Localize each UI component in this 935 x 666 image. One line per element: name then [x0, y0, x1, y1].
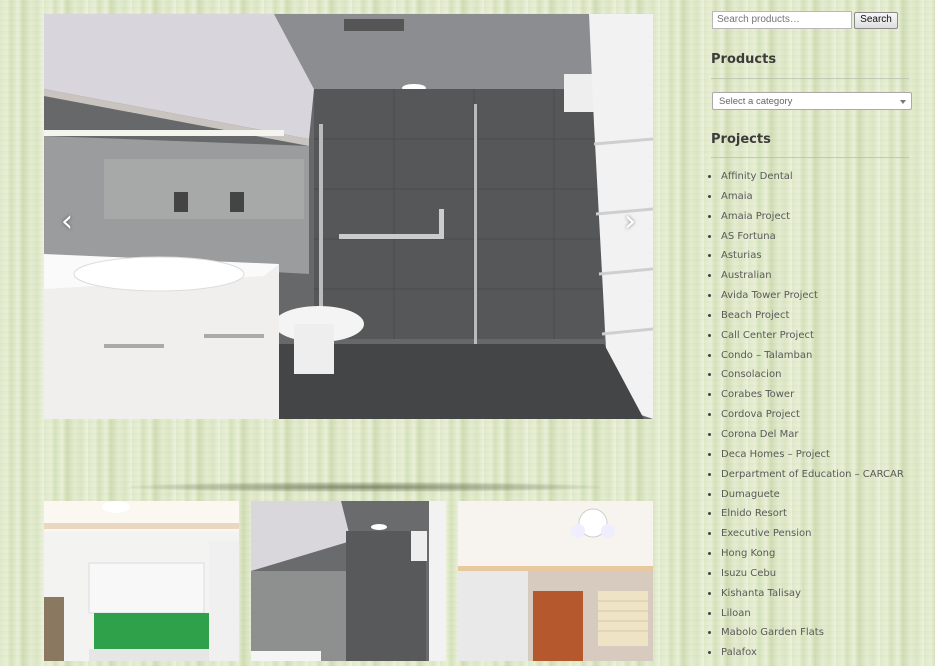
project-link[interactable]: Corona Del Mar	[721, 429, 798, 440]
project-link[interactable]: Amaia	[721, 191, 753, 202]
project-link[interactable]: Call Center Project	[721, 330, 814, 341]
bullet-icon	[708, 333, 711, 337]
project-link[interactable]: Cordova Project	[721, 409, 800, 420]
projects-list: Affinity Dental Amaia Amaia Project AS F…	[707, 170, 904, 666]
list-item: Condo – Talamban	[707, 349, 904, 369]
slider-prev-button[interactable]: ‹	[52, 204, 82, 240]
bullet-icon	[708, 393, 711, 397]
chevron-down-icon	[900, 100, 906, 104]
search-button[interactable]: Search	[854, 12, 898, 29]
project-link[interactable]: Kishanta Talisay	[721, 588, 801, 599]
chevron-right-icon: ›	[624, 204, 636, 239]
list-item: Affinity Dental	[707, 170, 904, 190]
products-widget-title: Products	[711, 52, 777, 67]
list-item: Beach Project	[707, 309, 904, 329]
list-item: Asturias	[707, 249, 904, 269]
list-item: Call Center Project	[707, 329, 904, 349]
thumbnail-kitchen[interactable]	[44, 501, 239, 661]
bullet-icon	[708, 432, 711, 436]
list-item: Deca Homes – Project	[707, 448, 904, 468]
list-item: Australian	[707, 269, 904, 289]
chevron-left-icon: ‹	[61, 204, 73, 239]
project-link[interactable]: Liloan	[721, 608, 751, 619]
bullet-icon	[708, 591, 711, 595]
project-link[interactable]: Dumaguete	[721, 489, 780, 500]
project-link[interactable]: Beach Project	[721, 310, 789, 321]
list-item: Executive Pension	[707, 527, 904, 547]
project-link[interactable]: Deca Homes – Project	[721, 449, 830, 460]
search-input[interactable]	[712, 11, 852, 29]
project-link[interactable]: Palafox	[721, 647, 757, 658]
bathroom-main-photo	[44, 14, 653, 419]
project-link[interactable]: Avida Tower Project	[721, 290, 818, 301]
bullet-icon	[708, 571, 711, 575]
category-select-value: Select a category	[719, 96, 793, 107]
list-item: Consolacion	[707, 368, 904, 388]
products-title-divider	[711, 78, 909, 79]
bullet-icon	[708, 373, 711, 377]
list-item: Dumaguete	[707, 488, 904, 508]
slider-shadow	[130, 482, 600, 492]
bullet-icon	[708, 313, 711, 317]
project-link[interactable]: Executive Pension	[721, 528, 811, 539]
project-link[interactable]: Amaia Project	[721, 211, 790, 222]
bullet-icon	[708, 472, 711, 476]
bullet-icon	[708, 512, 711, 516]
project-link[interactable]: Asturias	[721, 250, 762, 261]
bullet-icon	[708, 353, 711, 357]
thumbnail-bathroom[interactable]	[251, 501, 446, 661]
slider-next-button[interactable]: ›	[615, 204, 645, 240]
bullet-icon	[708, 254, 711, 258]
list-item: AS Fortuna	[707, 230, 904, 250]
list-item: Avida Tower Project	[707, 289, 904, 309]
list-item: Hong Kong	[707, 547, 904, 567]
bullet-icon	[708, 413, 711, 417]
bullet-icon	[708, 631, 711, 635]
bullet-icon	[708, 274, 711, 278]
project-link[interactable]: Consolacion	[721, 369, 781, 380]
list-item: Palafox	[707, 646, 904, 666]
projects-widget-title: Projects	[711, 132, 771, 147]
project-link[interactable]: Hong Kong	[721, 548, 775, 559]
bullet-icon	[708, 234, 711, 238]
bullet-icon	[708, 651, 711, 655]
project-link[interactable]: Elnido Resort	[721, 508, 787, 519]
main-image-slider[interactable]: ‹ ›	[44, 14, 653, 419]
list-item: Corona Del Mar	[707, 428, 904, 448]
list-item: Derpartment of Education – CARCAR	[707, 468, 904, 488]
bullet-icon	[708, 194, 711, 198]
bullet-icon	[708, 492, 711, 496]
bullet-icon	[708, 611, 711, 615]
bullet-icon	[708, 294, 711, 298]
bullet-icon	[708, 175, 711, 178]
list-item: Isuzu Cebu	[707, 567, 904, 587]
thumbnail-living-room[interactable]	[458, 501, 653, 661]
project-link[interactable]: Isuzu Cebu	[721, 568, 776, 579]
project-link[interactable]: Australian	[721, 270, 772, 281]
project-link[interactable]: Condo – Talamban	[721, 350, 812, 361]
list-item: Amaia Project	[707, 210, 904, 230]
bullet-icon	[708, 214, 711, 218]
list-item: Cordova Project	[707, 408, 904, 428]
list-item: Corabes Tower	[707, 388, 904, 408]
list-item: Liloan	[707, 607, 904, 627]
list-item: Elnido Resort	[707, 507, 904, 527]
category-select[interactable]: Select a category	[712, 92, 912, 110]
projects-title-divider	[711, 157, 909, 158]
list-item: Mabolo Garden Flats	[707, 626, 904, 646]
project-link[interactable]: Derpartment of Education – CARCAR	[721, 469, 904, 480]
list-item: Amaia	[707, 190, 904, 210]
bullet-icon	[708, 552, 711, 556]
project-link[interactable]: Affinity Dental	[721, 171, 793, 182]
project-link[interactable]: AS Fortuna	[721, 231, 776, 242]
bullet-icon	[708, 532, 711, 536]
bullet-icon	[708, 452, 711, 456]
thumbnail-strip	[44, 501, 653, 661]
project-link[interactable]: Mabolo Garden Flats	[721, 627, 824, 638]
project-link[interactable]: Corabes Tower	[721, 389, 794, 400]
list-item: Kishanta Talisay	[707, 587, 904, 607]
